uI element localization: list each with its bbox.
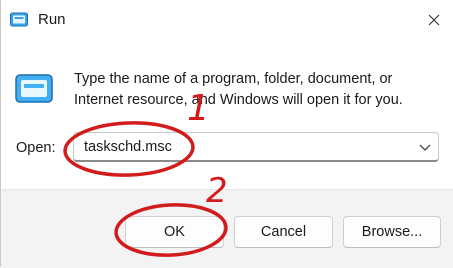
chevron-down-icon[interactable] bbox=[418, 140, 432, 154]
open-combobox[interactable]: taskschd.msc bbox=[73, 132, 439, 162]
title-bar[interactable]: Run bbox=[1, 0, 453, 42]
open-label: Open: bbox=[16, 140, 56, 156]
browse-button[interactable]: Browse... bbox=[343, 216, 441, 248]
window-title: Run bbox=[38, 11, 66, 28]
description-line: Internet resource, and Windows will open… bbox=[74, 92, 403, 108]
cancel-button[interactable]: Cancel bbox=[234, 216, 333, 248]
open-input[interactable]: taskschd.msc bbox=[84, 139, 172, 155]
run-dialog: Run Type the name of a program, folder, … bbox=[0, 0, 453, 268]
description-line: Type the name of a program, folder, docu… bbox=[74, 71, 393, 87]
run-icon bbox=[10, 12, 28, 27]
close-button[interactable] bbox=[420, 6, 448, 34]
ok-button[interactable]: OK bbox=[125, 216, 224, 248]
close-icon bbox=[428, 14, 440, 26]
run-icon bbox=[15, 74, 53, 103]
dialog-description: Type the name of a program, folder, docu… bbox=[74, 69, 444, 111]
